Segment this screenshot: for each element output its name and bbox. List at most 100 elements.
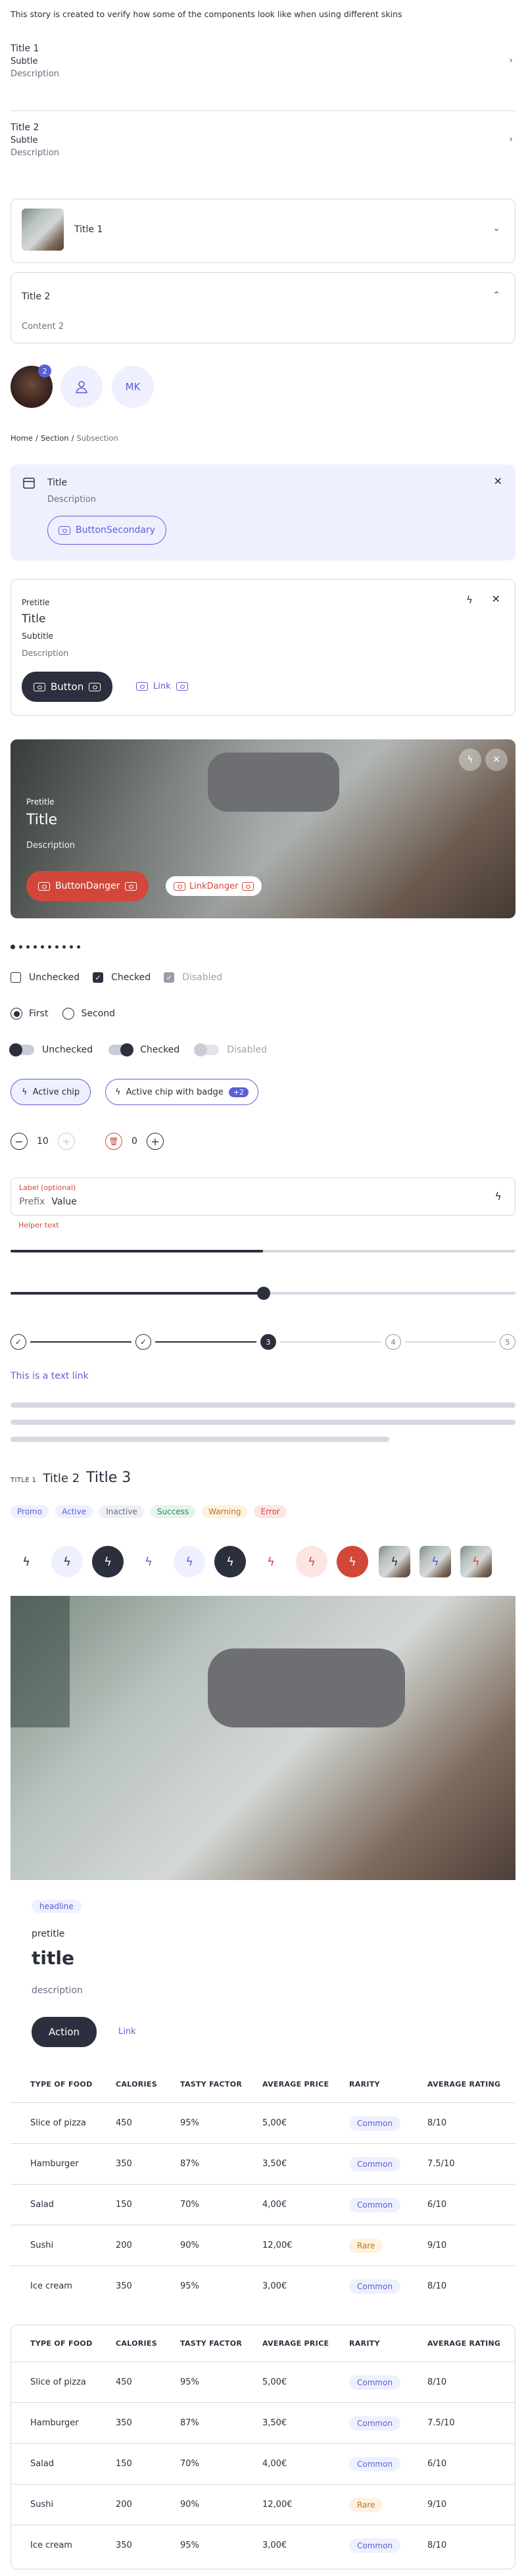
title-3: Title 3	[86, 1470, 132, 1486]
switch-on[interactable]	[108, 1043, 134, 1056]
page-dot[interactable]	[26, 945, 30, 949]
table-cell: 8/10	[427, 2540, 447, 2550]
primary-button[interactable]: Button	[22, 672, 113, 702]
lightning-icon[interactable]: ϟ	[419, 1546, 451, 1577]
list-row[interactable]: Title 2 Subtle Description ›	[11, 122, 515, 158]
rarity-tag: Common	[349, 2456, 401, 2471]
field-prefix: Prefix	[19, 1197, 45, 1207]
lightning-icon[interactable]: ϟ	[296, 1546, 327, 1577]
lightning-icon[interactable]: ϟ	[214, 1546, 246, 1577]
table-cell: 200	[116, 2500, 132, 2510]
quantity-stepper[interactable]: 🗑 0 +	[105, 1133, 164, 1150]
page-dot[interactable]	[48, 945, 51, 949]
background-window	[11, 1596, 70, 1727]
rarity-tag: Common	[349, 2116, 401, 2131]
table-cell: 70%	[180, 2200, 199, 2210]
active-chip[interactable]: ϟ Active chip	[11, 1079, 91, 1105]
camera-icon	[125, 881, 137, 891]
button-label: Button	[51, 681, 84, 693]
danger-button[interactable]: ButtonDanger	[26, 871, 149, 901]
secondary-button[interactable]: ButtonSecondary	[47, 516, 167, 545]
avatar-initials[interactable]: MK	[112, 366, 154, 408]
breadcrumb-home[interactable]: Home	[11, 433, 33, 443]
rarity-tag: Common	[349, 2375, 401, 2390]
chevron-right-icon: ›	[509, 134, 513, 145]
lightning-icon[interactable]: ϟ	[460, 1546, 492, 1577]
page-dot[interactable]	[55, 945, 59, 949]
page-dot[interactable]	[70, 945, 73, 949]
breadcrumb-section[interactable]: Section	[41, 433, 69, 443]
text-field[interactable]: Label (optional) Prefix Value ϟ	[11, 1177, 515, 1216]
list-subtitle: Subtle	[11, 136, 38, 145]
page-dot[interactable]	[19, 945, 22, 949]
table-cell: 3,50€	[262, 2159, 287, 2169]
title-group: TITLE 1 Title 2 Title 3	[11, 1470, 131, 1486]
table-cell: Hamburger	[30, 2418, 79, 2428]
avatar[interactable]	[60, 366, 103, 408]
accordion-title: Title 1	[74, 224, 103, 235]
checkbox-checked[interactable]: ✓	[93, 972, 104, 983]
slider-fill	[11, 1292, 263, 1295]
camera-icon	[59, 526, 70, 535]
page-dot[interactable]	[62, 945, 66, 949]
table-cell: 7.5/10	[427, 2159, 455, 2169]
list-row[interactable]: Title 1 Subtle Description ›	[11, 43, 515, 79]
radio-unselected[interactable]	[62, 1008, 75, 1020]
danger-link[interactable]: LinkDanger	[166, 876, 262, 896]
page-dot[interactable]	[77, 945, 80, 949]
lightning-icon[interactable]: ϟ	[133, 1546, 164, 1577]
table-cell: 9/10	[427, 2241, 447, 2250]
lightning-icon[interactable]: ϟ	[459, 749, 481, 771]
plus-icon: +	[57, 1133, 75, 1150]
table-cell: 350	[116, 2418, 132, 2428]
lightning-icon[interactable]: ϟ	[11, 1546, 42, 1577]
lightning-icon[interactable]: ϟ	[494, 1190, 502, 1202]
lightning-icon[interactable]: ϟ	[379, 1546, 410, 1577]
action-button[interactable]: Action	[32, 2017, 97, 2047]
lightning-icon[interactable]: ϟ	[337, 1546, 368, 1577]
lightning-icon[interactable]: ϟ	[51, 1546, 83, 1577]
minus-icon[interactable]: −	[11, 1133, 28, 1150]
field-input[interactable]: Prefix Value	[19, 1197, 77, 1207]
lightning-icon[interactable]: ϟ	[466, 594, 473, 606]
radio-selected[interactable]	[11, 1008, 22, 1020]
slider[interactable]	[11, 1287, 515, 1300]
hero-link[interactable]: Link	[118, 2027, 136, 2037]
lightning-icon[interactable]: ϟ	[174, 1546, 205, 1577]
text-link[interactable]: This is a text link	[11, 1371, 89, 1381]
callout-title: Title	[47, 478, 68, 488]
plus-icon[interactable]: +	[146, 1133, 164, 1150]
vr-headset-image	[208, 1648, 405, 1727]
table-cell: 4,00€	[262, 2459, 287, 2469]
switch-off[interactable]	[9, 1043, 34, 1056]
close-icon[interactable]: ✕	[485, 749, 508, 771]
card-link[interactable]: Link	[136, 681, 188, 691]
pagination-dots[interactable]	[11, 945, 80, 949]
skeleton-line	[11, 1420, 515, 1425]
page-dot-active[interactable]	[11, 945, 15, 949]
table-cell: 5,00€	[262, 2377, 287, 2387]
table-cell: Sushi	[30, 2241, 54, 2250]
slider-handle[interactable]	[257, 1287, 270, 1300]
radio-group: First Second	[11, 1008, 115, 1020]
lightning-icon[interactable]: ϟ	[255, 1546, 287, 1577]
table-row: Ice cream 350 95% 3,00€ Common 8/10	[11, 2525, 515, 2565]
page-dot[interactable]	[34, 945, 37, 949]
trash-icon[interactable]: 🗑	[105, 1133, 122, 1150]
quantity-stepper[interactable]: − 10 +	[11, 1133, 75, 1150]
close-icon[interactable]: ✕	[494, 475, 502, 487]
checkbox-group: Unchecked ✓ Checked ✓ Disabled	[11, 972, 222, 983]
tag-active: Active	[55, 1505, 93, 1518]
accordion-item[interactable]: Title 2 ⌃ Content 2	[11, 272, 515, 343]
checkbox-unchecked[interactable]	[11, 972, 21, 983]
page-dot[interactable]	[41, 945, 44, 949]
lightning-icon[interactable]: ϟ	[92, 1546, 124, 1577]
table-row: Salad 150 70% 4,00€ Common 6/10	[11, 2184, 515, 2225]
accordion-content: Content 2	[22, 322, 64, 332]
title-2: Title 2	[43, 1472, 80, 1485]
table-row: Hamburger 350 87% 3,50€ Common 7.5/10	[11, 2143, 515, 2184]
active-chip-with-badge[interactable]: ϟ Active chip with badge +2	[105, 1079, 258, 1105]
close-icon[interactable]: ✕	[492, 593, 500, 605]
table-row: Slice of pizza 450 95% 5,00€ Common 8/10	[11, 2362, 515, 2402]
accordion-item[interactable]: Title 1 ⌄	[11, 199, 515, 263]
